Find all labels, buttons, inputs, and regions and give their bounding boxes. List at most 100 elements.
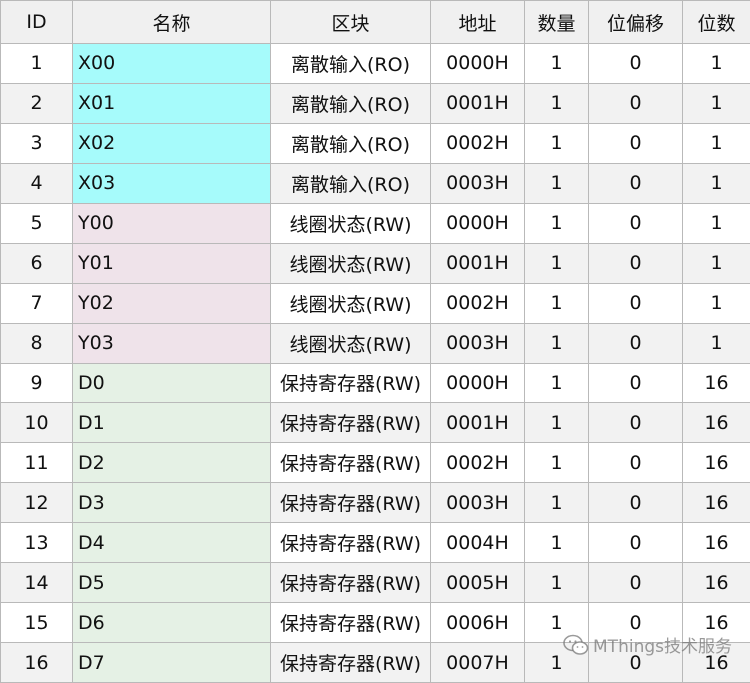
cell-block: 保持寄存器(RW) <box>270 482 431 524</box>
cell-id: 2 <box>0 82 73 124</box>
table-row: 9 D0 保持寄存器(RW) 0000H 1 0 16 <box>0 362 750 404</box>
cell-block: 保持寄存器(RW) <box>270 362 431 404</box>
table-row: 2 X01 离散输入(RO) 0001H 1 0 1 <box>0 82 750 124</box>
table-row: 10 D1 保持寄存器(RW) 0001H 1 0 16 <box>0 402 750 444</box>
cell-id: 5 <box>0 202 73 244</box>
cell-address: 0005H <box>430 562 525 604</box>
cell-quantity: 1 <box>524 362 589 404</box>
cell-block: 保持寄存器(RW) <box>270 402 431 444</box>
cell-block: 线圈状态(RW) <box>270 242 431 284</box>
cell-id: 13 <box>0 522 73 564</box>
cell-id: 3 <box>0 122 73 164</box>
cell-address: 0002H <box>430 122 525 164</box>
header-bit-count: 位数 <box>682 0 750 44</box>
cell-name: X01 <box>72 82 271 124</box>
cell-id: 10 <box>0 402 73 444</box>
cell-bit-count: 1 <box>682 43 750 84</box>
header-id: ID <box>0 0 73 44</box>
cell-bit-offset: 0 <box>588 482 683 524</box>
cell-block: 保持寄存器(RW) <box>270 442 431 484</box>
cell-quantity: 1 <box>524 43 589 84</box>
cell-name: D6 <box>72 602 271 644</box>
table-row: 4 X03 离散输入(RO) 0003H 1 0 1 <box>0 162 750 204</box>
cell-block: 线圈状态(RW) <box>270 282 431 324</box>
cell-address: 0002H <box>430 442 525 484</box>
cell-name: Y01 <box>72 242 271 284</box>
table-row: 14 D5 保持寄存器(RW) 0005H 1 0 16 <box>0 562 750 604</box>
cell-name: Y00 <box>72 202 271 244</box>
cell-address: 0002H <box>430 282 525 324</box>
cell-bit-offset: 0 <box>588 322 683 364</box>
cell-address: 0007H <box>430 642 525 683</box>
cell-id: 8 <box>0 322 73 364</box>
cell-bit-offset: 0 <box>588 242 683 284</box>
cell-name: X03 <box>72 162 271 204</box>
cell-quantity: 1 <box>524 242 589 284</box>
cell-block: 保持寄存器(RW) <box>270 602 431 644</box>
register-table: ID 名称 区块 地址 数量 位偏移 位数 1 X00 离散输入(RO) 0000H 1… <box>0 0 750 683</box>
cell-quantity: 1 <box>524 322 589 364</box>
cell-quantity: 1 <box>524 402 589 444</box>
table-row: 3 X02 离散输入(RO) 0002H 1 0 1 <box>0 122 750 164</box>
cell-block: 离散输入(RO) <box>270 162 431 204</box>
cell-bit-offset: 0 <box>588 402 683 444</box>
cell-block: 离散输入(RO) <box>270 43 431 84</box>
header-block: 区块 <box>270 0 431 44</box>
table-row: 8 Y03 线圈状态(RW) 0003H 1 0 1 <box>0 322 750 364</box>
cell-bit-offset: 0 <box>588 282 683 324</box>
cell-bit-offset: 0 <box>588 442 683 484</box>
cell-bit-count: 16 <box>682 442 750 484</box>
cell-block: 线圈状态(RW) <box>270 202 431 244</box>
cell-quantity: 1 <box>524 82 589 124</box>
table-row: 7 Y02 线圈状态(RW) 0002H 1 0 1 <box>0 282 750 324</box>
cell-quantity: 1 <box>524 562 589 604</box>
cell-bit-count: 16 <box>682 482 750 524</box>
cell-bit-count: 1 <box>682 282 750 324</box>
table-row: 5 Y00 线圈状态(RW) 0000H 1 0 1 <box>0 202 750 244</box>
cell-id: 4 <box>0 162 73 204</box>
cell-bit-count: 16 <box>682 522 750 564</box>
cell-name: X02 <box>72 122 271 164</box>
cell-block: 保持寄存器(RW) <box>270 642 431 683</box>
cell-name: D7 <box>72 642 271 683</box>
cell-bit-offset: 0 <box>588 43 683 84</box>
cell-bit-count: 1 <box>682 82 750 124</box>
cell-quantity: 1 <box>524 122 589 164</box>
watermark-text: MThings技术服务 <box>593 637 732 657</box>
cell-block: 保持寄存器(RW) <box>270 522 431 564</box>
cell-name: D1 <box>72 402 271 444</box>
cell-bit-count: 16 <box>682 402 750 444</box>
cell-address: 0003H <box>430 322 525 364</box>
cell-block: 保持寄存器(RW) <box>270 562 431 604</box>
cell-name: D2 <box>72 442 271 484</box>
header-bit-offset: 位偏移 <box>588 0 683 44</box>
header-row: ID 名称 区块 地址 数量 位偏移 位数 <box>0 0 750 44</box>
cell-address: 0006H <box>430 602 525 644</box>
cell-bit-offset: 0 <box>588 362 683 404</box>
cell-name: D3 <box>72 482 271 524</box>
table-row: 1 X00 离散输入(RO) 0000H 1 0 1 <box>0 43 750 84</box>
cell-address: 0001H <box>430 82 525 124</box>
cell-address: 0000H <box>430 43 525 84</box>
cell-quantity: 1 <box>524 162 589 204</box>
cell-bit-offset: 0 <box>588 202 683 244</box>
cell-id: 15 <box>0 602 73 644</box>
cell-bit-count: 16 <box>682 562 750 604</box>
cell-bit-count: 1 <box>682 242 750 284</box>
cell-block: 线圈状态(RW) <box>270 322 431 364</box>
cell-name: X00 <box>72 43 271 84</box>
cell-name: D0 <box>72 362 271 404</box>
cell-bit-count: 16 <box>682 362 750 404</box>
table-row: 12 D3 保持寄存器(RW) 0003H 1 0 16 <box>0 482 750 524</box>
cell-bit-count: 1 <box>682 202 750 244</box>
cell-bit-count: 1 <box>682 162 750 204</box>
cell-name: Y02 <box>72 282 271 324</box>
table-row: 13 D4 保持寄存器(RW) 0004H 1 0 16 <box>0 522 750 564</box>
cell-quantity: 1 <box>524 482 589 524</box>
cell-id: 11 <box>0 442 73 484</box>
cell-name: D4 <box>72 522 271 564</box>
cell-id: 6 <box>0 242 73 284</box>
cell-id: 1 <box>0 43 73 84</box>
cell-bit-offset: 0 <box>588 522 683 564</box>
cell-id: 9 <box>0 362 73 404</box>
